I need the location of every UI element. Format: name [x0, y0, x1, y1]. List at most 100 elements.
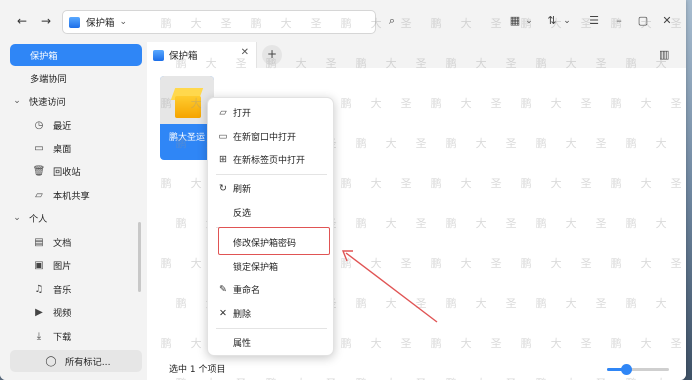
watermark-glyph: 鹏 [266, 375, 277, 380]
sidebar-item-label: 图片 [53, 261, 72, 272]
new-tab-icon: ⊞ [219, 153, 227, 165]
address-path[interactable]: 保护箱 [86, 15, 115, 29]
sidebar-scrollbar[interactable] [138, 222, 141, 292]
watermark-glyph: 大 [460, 257, 472, 270]
sidebar-item-videos[interactable]: ▶ 视频 [10, 301, 142, 323]
sidebar-item-label: 桌面 [53, 144, 72, 155]
chevron-down-icon[interactable]: ⌄ [562, 13, 572, 29]
watermark-glyph: 大 [565, 57, 577, 70]
watermark-glyph: 大 [370, 177, 382, 190]
watermark-glyph: 大 [476, 375, 487, 380]
chevron-down-icon[interactable]: ⌄ [10, 213, 24, 223]
menu-item-label: 打开 [233, 108, 252, 119]
sidebar-item-local-share[interactable]: ▱ 本机共享 [10, 184, 142, 206]
watermark-glyph: 圣 [415, 57, 427, 70]
watermark-glyph: 鹏 [610, 97, 622, 110]
menu-separator [216, 174, 327, 175]
watermark-glyph: 大 [295, 57, 307, 70]
watermark-glyph: 大 [190, 337, 202, 350]
menu-item-invert-selection[interactable]: 反选 [208, 202, 335, 222]
watermark-glyph: 大 [460, 17, 472, 30]
safe-icon [69, 16, 80, 28]
menu-item-label: 属性 [233, 338, 252, 349]
watermark-glyph: 圣 [490, 177, 502, 190]
watermark-glyph: 鹏 [610, 257, 622, 270]
watermark-glyph: 鹏 [160, 257, 172, 270]
watermark-glyph: 圣 [595, 137, 607, 150]
address-bar[interactable]: 保护箱 ⌄ [62, 10, 376, 34]
watermark-glyph: 鹏 [265, 57, 277, 70]
menu-item-properties[interactable]: 属性 [208, 332, 335, 352]
chevron-down-icon[interactable]: ⌄ [120, 17, 128, 27]
watermark-glyph: 大 [640, 257, 652, 270]
watermark-glyph: 鹏 [536, 375, 547, 380]
forward-button[interactable]: → [38, 13, 54, 29]
watermark-glyph: 圣 [415, 297, 427, 310]
watermark-glyph: 大 [655, 57, 667, 70]
menu-item-label: 在新标签页中打开 [233, 155, 306, 166]
chevron-down-icon[interactable]: ⌄ [10, 96, 24, 106]
watermark-glyph: 鹏 [535, 57, 547, 70]
watermark-glyph: 大 [370, 97, 382, 110]
sidebar-item-pictures[interactable]: ▣ 图片 [10, 254, 142, 276]
watermark-glyph: 鹏 [430, 337, 442, 350]
watermark-glyph: 圣 [310, 17, 322, 30]
menu-item-lock-safe[interactable]: 锁定保护箱 [208, 256, 335, 276]
search-icon[interactable]: ⌕ [384, 13, 400, 29]
sidebar-item-downloads[interactable]: ⤓ 下载 [10, 325, 142, 347]
sidebar-item-all-tags[interactable]: ◯ 所有标记... [10, 350, 142, 372]
watermark-glyph: 鹏 [340, 257, 352, 270]
watermark-glyph: 大 [550, 17, 562, 30]
sidebar-group-personal[interactable]: ⌄ 个人 [10, 208, 47, 228]
watermark-glyph: 鹏 [355, 57, 367, 70]
menu-item-open-new-tab[interactable]: ⊞ 在新标签页中打开 [208, 149, 335, 169]
menu-item-open-new-window[interactable]: ▭ 在新窗口中打开 [208, 126, 335, 146]
watermark-glyph: 大 [640, 17, 652, 30]
watermark-glyph: 大 [656, 375, 667, 380]
watermark-glyph: 鹏 [340, 177, 352, 190]
watermark-glyph: 圣 [326, 375, 337, 380]
sidebar-group-quick-access[interactable]: ⌄ 快速访问 [10, 91, 66, 111]
watermark-glyph: 鹏 [160, 17, 172, 30]
watermark-glyph: 圣 [490, 97, 502, 110]
zoom-slider[interactable] [607, 364, 669, 375]
sidebar-item-label: 所有标记... [65, 357, 111, 368]
back-button[interactable]: ← [14, 13, 30, 29]
watermark-glyph: 大 [205, 57, 217, 70]
menu-item-refresh[interactable]: ↻ 刷新 [208, 178, 335, 198]
sidebar-item-recent[interactable]: ◷ 最近 [10, 114, 142, 136]
sidebar-item-multi-device[interactable]: 多端协同 [10, 67, 142, 89]
watermark-glyph: 鹏 [445, 57, 457, 70]
sidebar-item-trash[interactable]: 🗑 回收站 [10, 160, 142, 182]
watermark-glyph: 鹏 [175, 57, 187, 70]
watermark-glyph: 鹏 [160, 97, 172, 110]
watermark-glyph: 大 [640, 177, 652, 190]
watermark-glyph: 大 [566, 375, 577, 380]
watermark-glyph: 圣 [595, 297, 607, 310]
menu-item-delete[interactable]: ✕ 删除 [208, 303, 335, 323]
watermark-glyph: 大 [370, 337, 382, 350]
watermark-glyph: 圣 [415, 217, 427, 230]
menu-item-label: 删除 [233, 309, 252, 320]
sidebar-item-documents[interactable]: ▤ 文档 [10, 231, 142, 253]
menu-item-rename[interactable]: ✎ 重命名 [208, 279, 335, 299]
watermark-glyph: 圣 [505, 297, 517, 310]
zoom-slider-handle[interactable] [620, 364, 632, 375]
sidebar-item-safe[interactable]: 保护箱 [10, 44, 142, 66]
menu-item-open[interactable]: ▱ 打开 [208, 102, 335, 122]
tag-icon: ◯ [45, 355, 57, 367]
watermark-glyph: 鹏 [610, 17, 622, 30]
menu-item-label: 反选 [233, 208, 252, 219]
watermark-glyph: 大 [385, 217, 397, 230]
sidebar-item-desktop[interactable]: ▭ 桌面 [10, 137, 142, 159]
watermark-glyph: 鹏 [340, 337, 352, 350]
watermark-glyph: 圣 [416, 375, 427, 380]
watermark-glyph: 圣 [670, 17, 682, 30]
watermark-glyph: 大 [475, 57, 487, 70]
sidebar-item-music[interactable]: ♫ 音乐 [10, 278, 142, 300]
status-text: 选中 1 个项目 [169, 365, 226, 375]
watermark-glyph: 圣 [490, 257, 502, 270]
watermark-glyph: 大 [655, 137, 667, 150]
image-icon: ▣ [34, 259, 44, 271]
watermark-glyph: 鹏 [520, 97, 532, 110]
